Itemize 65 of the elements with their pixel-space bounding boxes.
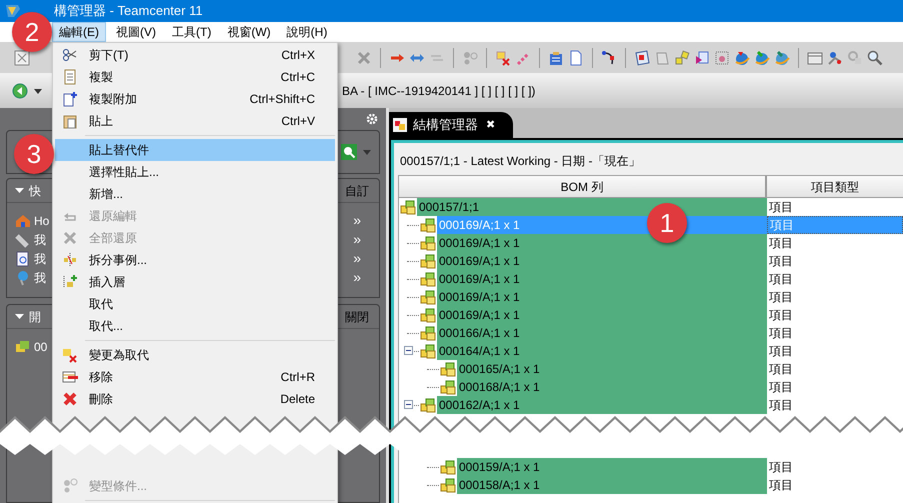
menu-item[interactable]: 視窗(W) [221,22,277,42]
context-line: 000157/1;1 - Latest Working - 日期 -「現在」 [399,153,642,170]
nav-item[interactable]: 00 [34,338,48,356]
nav-item[interactable]: 我 [34,268,46,286]
nav-item[interactable]: Ho [34,212,50,230]
expand-arrow[interactable]: » [353,229,361,250]
table-cell-text: 項目 [768,397,794,414]
section-action-link[interactable]: 關閉 [345,308,369,326]
menu-item[interactable]: 選擇性貼上... [55,161,335,183]
close-icon[interactable]: ✖ [486,116,495,134]
menu-item[interactable]: 變更為取代 [55,344,335,366]
table-cell-text: 項目 [768,235,794,252]
menu-item[interactable]: 刪除 Delete [55,388,335,410]
tree-row-label[interactable]: 000169/A;1 x 1 [437,234,767,252]
menu-item[interactable]: 視圖(V) [110,22,162,42]
table-cell-text: 項目 [768,199,794,216]
table-cell-text: 項目 [768,289,794,306]
table-cell: 項目 [767,216,903,234]
menu-item[interactable]: 新增... [55,183,335,205]
nav-item[interactable]: 我 [34,250,46,268]
menu-item[interactable]: 編輯(E) [52,22,106,42]
tree-row-label[interactable]: 000162/A;1 x 1 [437,396,767,414]
column-header[interactable]: 項目類型 [767,176,903,198]
table-cell-text: 項目 [768,379,794,396]
section-title[interactable]: 開 [29,308,41,326]
tab-label: 結構管理器 [413,116,478,134]
table-cell-text: 項目 [768,325,794,342]
tree-row-label[interactable]: 000169/A;1 x 1 [437,252,767,270]
menu-item[interactable]: 貼上替代件 [55,139,335,161]
section-title[interactable]: 快 [29,182,41,200]
tree-row-label[interactable]: 000164/A;1 x 1 [437,342,767,360]
menu-item[interactable]: 說明(H) [280,22,334,42]
table-cell-text: 項目 [768,307,794,324]
table-cell-text: 項目 [768,477,794,494]
column-header[interactable]: BOM 列 [399,176,767,198]
menu-item[interactable]: 拆分事例... [55,249,335,271]
menu-item[interactable]: 貼上 Ctrl+V [55,110,335,132]
table-cell-text: 項目 [768,253,794,270]
menu-item[interactable]: 取代 [55,293,335,315]
tree-row-label[interactable]: 000169/A;1 x 1 [437,270,767,288]
editor-tab[interactable]: 結構管理器 ✖ [389,112,513,138]
window-title: 構管理器 - Teamcenter 11 [53,2,203,20]
breadcrumb-text: BA - [ IMC--1919420141 ] [ ] [ ] [ ] [ ]) [342,83,536,100]
menu-item[interactable]: 複製 Ctrl+C [55,66,335,88]
tree-row-label[interactable]: 000168/A;1 x 1 [457,378,767,396]
menu-item[interactable]: 取代... [55,315,335,337]
menu-item[interactable]: 複製附加 Ctrl+Shift+C [55,88,335,110]
menu-item[interactable]: 移除 Ctrl+R [55,366,335,388]
table-cell-text: 項目 [768,271,794,288]
nav-item[interactable]: 我 [34,230,46,248]
section-action-link[interactable]: 自訂 [345,182,369,200]
table-cell-text: 項目 [768,361,794,378]
table-cell-text: 項目 [768,343,794,360]
menu-item[interactable]: 插入層 [55,271,335,293]
expand-arrow[interactable]: » [353,248,361,269]
tree-row-label[interactable]: 000159/A;1 x 1 [457,458,767,476]
expand-arrow[interactable]: » [353,267,361,288]
menu-item[interactable]: 工具(T) [166,22,218,42]
table-cell-text: 項目 [768,459,794,476]
expand-arrow[interactable]: » [353,210,361,231]
tree-row-label[interactable]: 000169/A;1 x 1 [437,288,767,306]
tree-row-label[interactable]: 000169/A;1 x 1 [437,306,767,324]
tree-row-label[interactable]: 000165/A;1 x 1 [457,360,767,378]
tree-row-label[interactable]: 000158/A;1 x 1 [457,476,767,494]
tree-row-label[interactable]: 000166/A;1 x 1 [437,324,767,342]
